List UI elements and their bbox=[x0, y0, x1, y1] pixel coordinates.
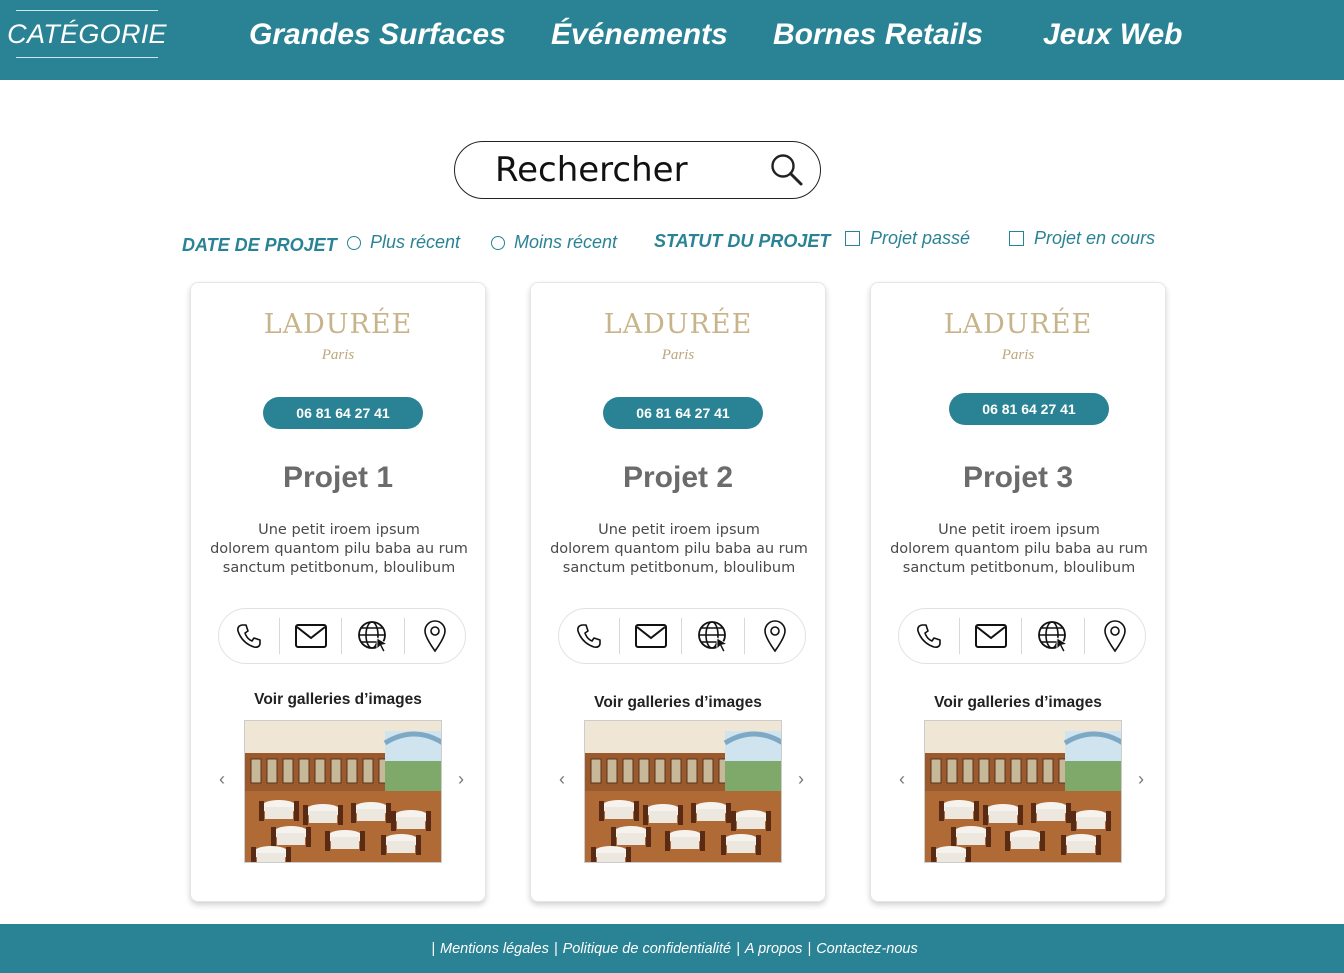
project-card: LADURÉE Paris 06 81 64 27 41 Projet 1 Une pe… bbox=[190, 282, 486, 902]
footer-separator: | bbox=[431, 940, 436, 957]
brand-logo-subtitle: Paris bbox=[321, 347, 355, 363]
contact-icon-bar bbox=[218, 608, 466, 664]
project-description-line: Une petit iroem ipsum bbox=[938, 522, 1100, 538]
nav-item-evenements[interactable]: Événements bbox=[551, 18, 728, 52]
search-input[interactable] bbox=[495, 148, 755, 192]
divider bbox=[279, 618, 281, 654]
phone-icon[interactable] bbox=[912, 619, 946, 653]
checkbox-projet-en-cours[interactable]: Projet en cours bbox=[1009, 228, 1155, 249]
nav-item-grandes-surfaces[interactable]: Grandes Surfaces bbox=[249, 18, 506, 52]
gallery-label[interactable]: Voir galleries d’images bbox=[191, 691, 485, 709]
divider bbox=[1083, 618, 1085, 654]
footer-separator: | bbox=[553, 940, 558, 957]
radio-label: Plus récent bbox=[370, 232, 461, 252]
search-icon[interactable] bbox=[769, 152, 805, 188]
radio-button[interactable] bbox=[491, 235, 505, 250]
divider bbox=[403, 618, 405, 654]
footer-link-mentions-legales[interactable]: Mentions légales bbox=[440, 941, 549, 957]
project-description-line: Une petit iroem ipsum bbox=[258, 522, 420, 538]
status-filter-heading: STATUT DU PROJET bbox=[654, 231, 831, 251]
phone-number-button[interactable]: 06 81 64 27 41 bbox=[263, 397, 423, 429]
project-description-line: sanctum petitbonum, bloulibum bbox=[562, 560, 796, 576]
divider bbox=[619, 618, 621, 654]
project-description-line: sanctum petitbonum, bloulibum bbox=[222, 560, 456, 576]
divider bbox=[1021, 618, 1023, 654]
nav-item-bornes-retails[interactable]: Bornes Retails bbox=[773, 18, 983, 52]
footer-link-contactez-nous[interactable]: Contactez-nous bbox=[816, 941, 918, 957]
date-filter-heading: DATE DE PROJET bbox=[182, 235, 337, 255]
gallery-image[interactable] bbox=[584, 720, 782, 863]
chevron-left-icon[interactable]: ‹ bbox=[213, 767, 231, 791]
location-pin-icon[interactable] bbox=[1098, 619, 1132, 653]
mail-icon[interactable] bbox=[634, 619, 668, 653]
phone-number-button[interactable]: 06 81 64 27 41 bbox=[949, 393, 1109, 425]
chevron-right-icon[interactable]: › bbox=[792, 767, 810, 791]
project-title: Projet 2 bbox=[622, 461, 734, 494]
checkbox[interactable] bbox=[845, 231, 860, 246]
globe-icon[interactable] bbox=[356, 619, 390, 653]
divider bbox=[743, 618, 745, 654]
globe-icon[interactable] bbox=[696, 619, 730, 653]
project-card: LADURÉE Paris 06 81 64 27 41 Projet 3 Une pe… bbox=[870, 282, 1166, 902]
project-description-line: dolorem quantom pilu baba au rum bbox=[890, 541, 1148, 557]
contact-icon-bar bbox=[898, 608, 1146, 664]
phone-icon[interactable] bbox=[572, 619, 606, 653]
brand-logo: LADURÉE bbox=[263, 309, 413, 340]
chevron-left-icon[interactable]: ‹ bbox=[553, 767, 571, 791]
brand-logo: LADURÉE bbox=[603, 309, 753, 340]
gallery-image[interactable] bbox=[244, 720, 442, 863]
location-pin-icon[interactable] bbox=[418, 619, 452, 653]
divider bbox=[341, 618, 343, 654]
project-card: LADURÉE Paris 06 81 64 27 41 Projet 2 Une pe… bbox=[530, 282, 826, 902]
footer-separator: | bbox=[807, 940, 812, 957]
project-title: Projet 3 bbox=[962, 461, 1074, 494]
footer: | Mentions légales | Politique de confid… bbox=[0, 924, 1344, 973]
divider bbox=[681, 618, 683, 654]
gallery-label[interactable]: Voir galleries d’images bbox=[531, 694, 825, 712]
project-title: Projet 1 bbox=[282, 461, 394, 494]
chevron-left-icon[interactable]: ‹ bbox=[893, 767, 911, 791]
contact-icon-bar bbox=[558, 608, 806, 664]
brand-logo: LADURÉE bbox=[943, 309, 1093, 340]
checkbox-projet-passe[interactable]: Projet passé bbox=[845, 228, 970, 249]
mail-icon[interactable] bbox=[294, 619, 328, 653]
brand-logo-subtitle: Paris bbox=[1001, 347, 1035, 363]
project-description-line: sanctum petitbonum, bloulibum bbox=[902, 560, 1136, 576]
gallery-label[interactable]: Voir galleries d’images bbox=[871, 694, 1165, 712]
top-navigation-bar: CATÉGORIE Grandes Surfaces Événements Bo… bbox=[0, 0, 1344, 80]
footer-link-a-propos[interactable]: A propos bbox=[745, 941, 803, 957]
search-box bbox=[454, 141, 821, 199]
location-pin-icon[interactable] bbox=[758, 619, 792, 653]
checkbox[interactable] bbox=[1009, 231, 1024, 246]
checkbox-label: Projet en cours bbox=[1034, 228, 1156, 248]
footer-separator: | bbox=[736, 940, 740, 957]
category-label[interactable]: CATÉGORIE bbox=[7, 10, 167, 58]
project-description-line: dolorem quantom pilu baba au rum bbox=[210, 541, 468, 557]
project-description-line: Une petit iroem ipsum bbox=[598, 522, 760, 538]
mail-icon[interactable] bbox=[974, 619, 1008, 653]
phone-number-button[interactable]: 06 81 64 27 41 bbox=[603, 397, 763, 429]
gallery-image[interactable] bbox=[924, 720, 1122, 863]
radio-label: Moins récent bbox=[514, 232, 618, 252]
radio-plus-recent[interactable]: Plus récent bbox=[347, 232, 460, 253]
radio-button[interactable] bbox=[347, 235, 361, 250]
divider bbox=[959, 618, 961, 654]
project-description-line: dolorem quantom pilu baba au rum bbox=[550, 541, 808, 557]
brand-logo-subtitle: Paris bbox=[661, 347, 695, 363]
globe-icon[interactable] bbox=[1036, 619, 1070, 653]
nav-item-jeux-web[interactable]: Jeux Web bbox=[1043, 18, 1183, 52]
checkbox-label: Projet passé bbox=[870, 228, 971, 248]
chevron-right-icon[interactable]: › bbox=[452, 767, 470, 791]
radio-moins-recent[interactable]: Moins récent bbox=[491, 232, 617, 253]
phone-icon[interactable] bbox=[232, 619, 266, 653]
footer-link-politique-confidentialite[interactable]: Politique de confidentialité bbox=[563, 941, 731, 957]
chevron-right-icon[interactable]: › bbox=[1132, 767, 1150, 791]
